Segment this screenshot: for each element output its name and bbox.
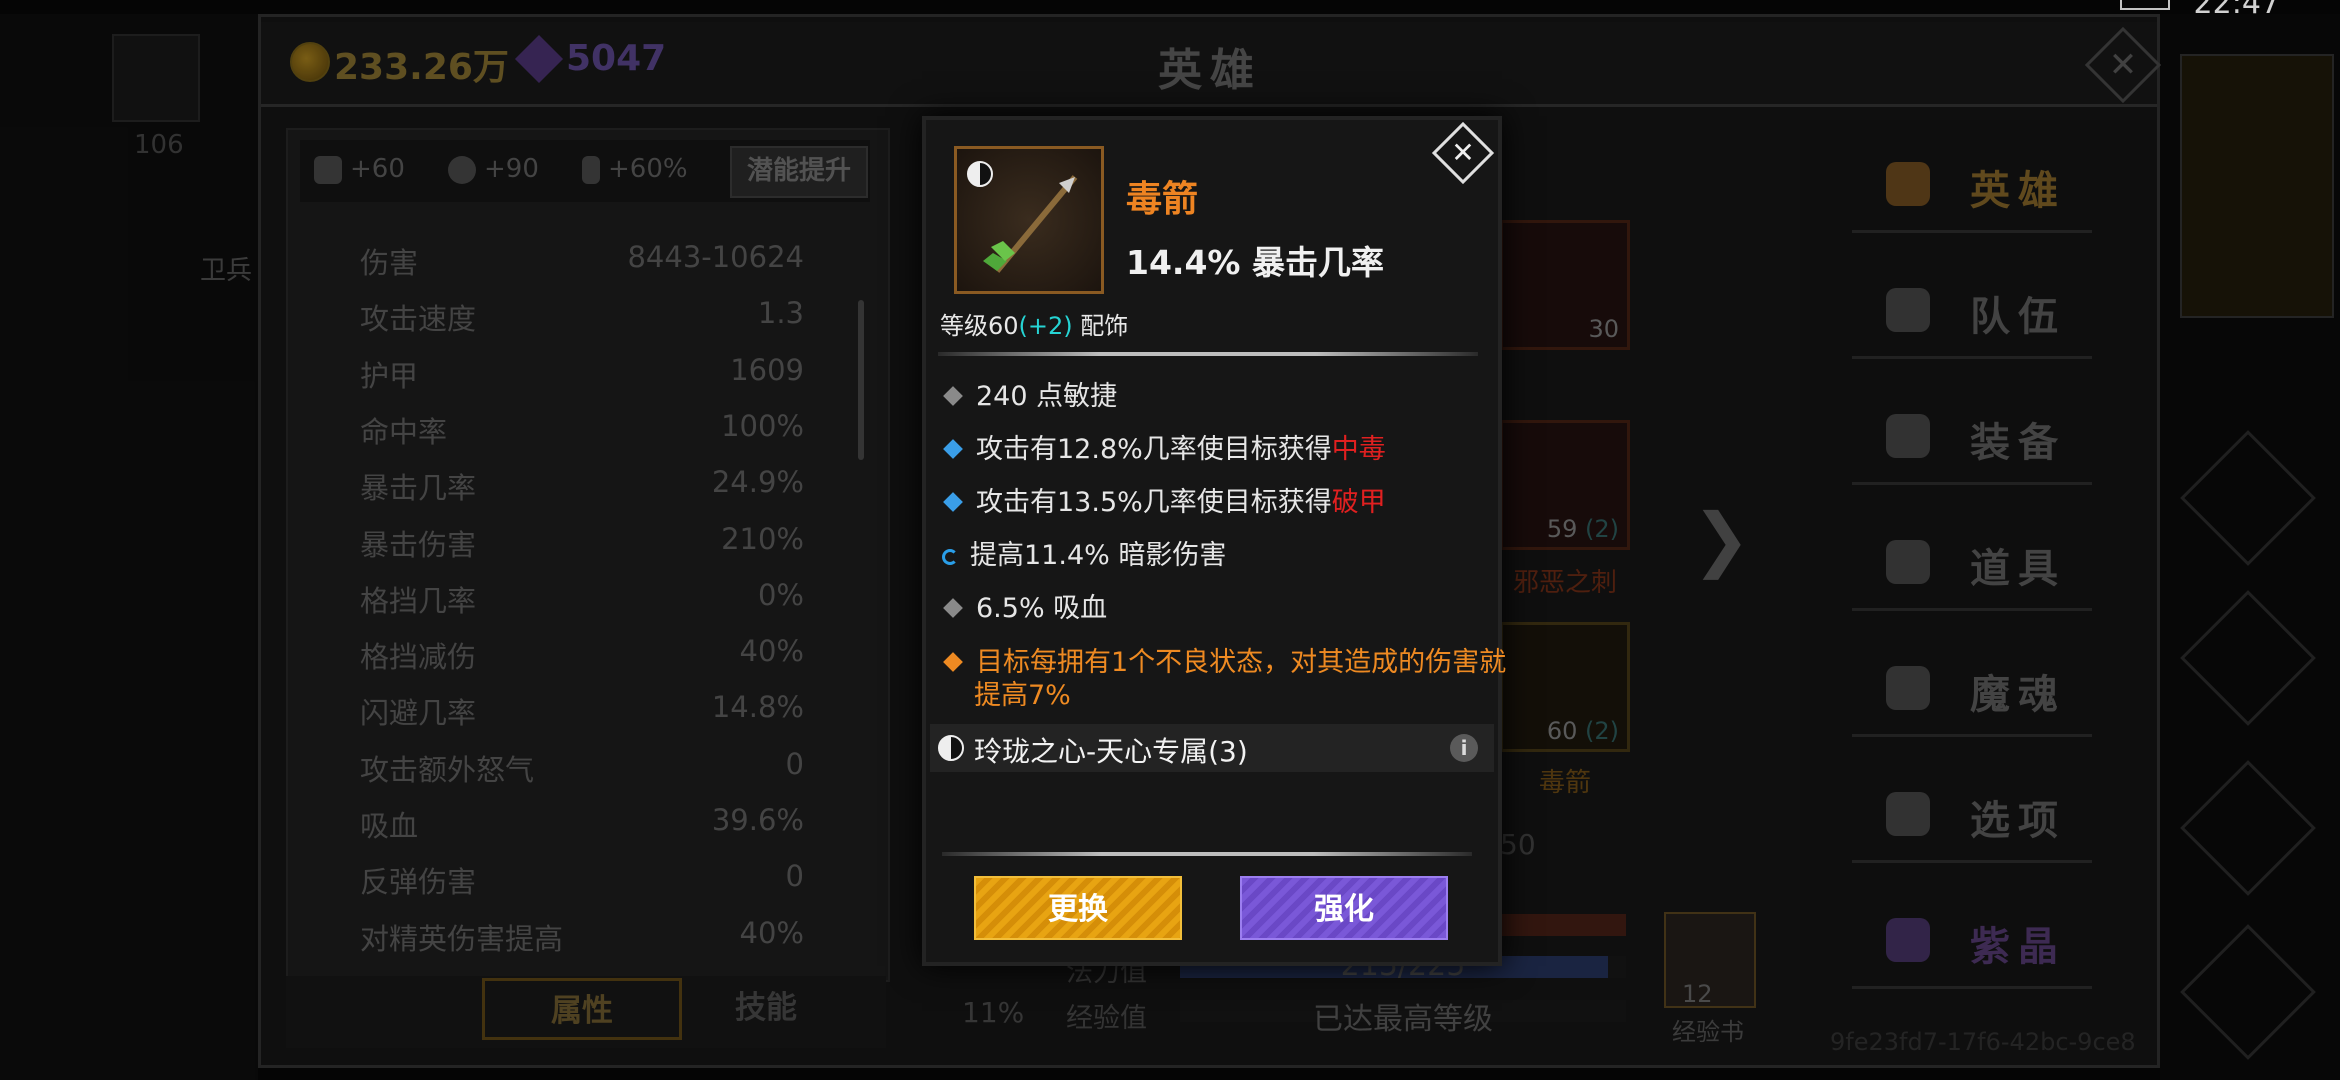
bullet-icon [943,386,963,406]
item-icon-frame [954,146,1104,294]
item-name: 毒箭 [1126,179,1199,220]
set-bonus-row[interactable]: 玲珑之心-天心专属(3) i [930,724,1494,772]
divider [942,852,1472,856]
close-icon: ✕ [1451,136,1475,169]
divider [938,352,1478,356]
poison-arrow-icon [983,175,1078,273]
set-item-icon [938,735,964,761]
item-level: 等级60(+2) 配饰 [940,312,1129,340]
item-main-stat: 14.4% 暴击几率 [1126,243,1384,282]
affix-line: 攻击有12.8%几率使目标获得中毒 [942,433,1502,466]
affix-line: 目标每拥有1个不良状态，对其造成的伤害就提高7% [942,646,1514,712]
bullet-icon [943,652,963,672]
bullet-icon [943,492,963,512]
affix-line: 6.5% 吸血 [942,592,1502,625]
enhance-button[interactable]: 强化 [1240,876,1448,940]
replace-button[interactable]: 更换 [974,876,1182,940]
bullet-icon [943,439,963,459]
bullet-icon [943,598,963,618]
affix-line: 240 点敏捷 [942,380,1502,413]
affix-line: 攻击有13.5%几率使目标获得破甲 [942,486,1502,519]
reroll-icon [942,548,958,565]
info-icon[interactable]: i [1450,734,1478,762]
set-name: 玲珑之心-天心专属(3) [974,735,1248,768]
affix-line: 提高11.4% 暗影伤害 [942,539,1502,572]
